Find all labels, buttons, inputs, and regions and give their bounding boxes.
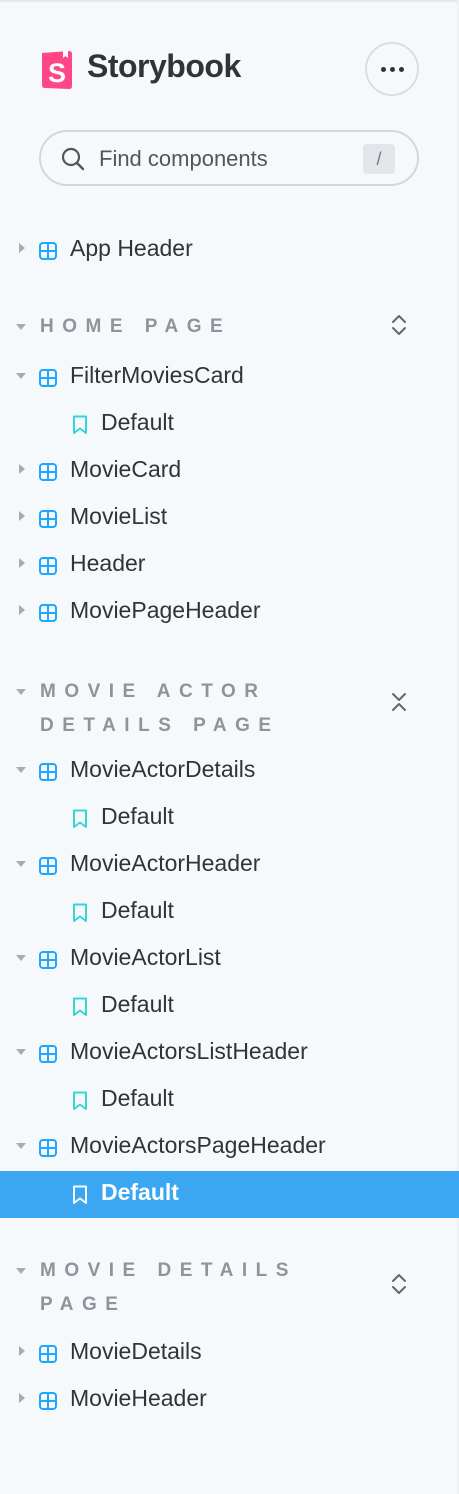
- component-icon: [39, 1392, 57, 1415]
- tree-item-label: MovieActorsListHeader: [70, 1038, 308, 1064]
- tree-item-label: Default: [101, 991, 174, 1017]
- tree-item-label: FilterMoviesCard: [70, 362, 244, 388]
- component-icon: [39, 557, 57, 580]
- search-shortcut-key: /: [363, 144, 395, 174]
- caret-down-icon[interactable]: [16, 689, 26, 695]
- component-icon: [39, 1139, 57, 1162]
- component-icon: [39, 857, 57, 880]
- component-icon: [39, 951, 57, 974]
- expand-all-icon[interactable]: [390, 313, 408, 337]
- brand-title[interactable]: Storybook: [87, 48, 241, 85]
- bookmark-icon: [72, 415, 88, 440]
- story-item[interactable]: Default: [0, 795, 459, 842]
- bookmark-icon: [72, 903, 88, 928]
- component-icon: [39, 1345, 57, 1368]
- tree-item-header[interactable]: Header: [0, 542, 459, 589]
- tree-item-label: Header: [70, 550, 146, 576]
- tree-item-label: Default: [101, 897, 174, 923]
- tree-item-label: Default: [101, 803, 174, 829]
- component-icon: [39, 369, 57, 392]
- top-border: [0, 0, 459, 2]
- component-icon: [39, 242, 57, 265]
- caret-down-icon[interactable]: [16, 767, 26, 773]
- search-icon: [61, 147, 85, 171]
- tree-item-label: Default: [101, 409, 174, 435]
- tree-item-label: MovieActorsPageHeader: [70, 1132, 326, 1158]
- more-options-button[interactable]: [365, 42, 419, 96]
- caret-down-icon[interactable]: [16, 324, 26, 330]
- caret-right-icon[interactable]: [19, 243, 25, 253]
- group-title: Home Page: [40, 316, 232, 337]
- tree-item-label: MovieActorDetails: [70, 756, 256, 782]
- caret-down-icon[interactable]: [16, 373, 26, 379]
- tree-item-movielist[interactable]: MovieList: [0, 495, 459, 542]
- tree-item-label: MovieHeader: [70, 1385, 207, 1411]
- tree-item-app-header[interactable]: App Header: [0, 227, 459, 274]
- component-icon: [39, 763, 57, 786]
- tree-item-label: MovieActorHeader: [70, 850, 261, 876]
- tree-item-label: MovieCard: [70, 456, 182, 482]
- svg-text:S: S: [48, 58, 66, 88]
- tree-item-label: App Header: [70, 235, 193, 261]
- tree-item-movieactordetails[interactable]: MovieActorDetails: [0, 748, 459, 795]
- component-icon: [39, 463, 57, 486]
- story-item[interactable]: Default: [0, 889, 459, 936]
- caret-down-icon[interactable]: [16, 1268, 26, 1274]
- tree-item-filtermoviescard[interactable]: FilterMoviesCard: [0, 354, 459, 401]
- expand-all-icon[interactable]: [390, 1272, 408, 1296]
- tree-item-label: Default: [101, 1179, 179, 1205]
- tree-item-movieactorslistheader[interactable]: MovieActorsListHeader: [0, 1030, 459, 1077]
- sidebar-header: S Storybook: [39, 40, 419, 100]
- bookmark-icon: [72, 1091, 88, 1116]
- caret-down-icon[interactable]: [16, 1049, 26, 1055]
- search-box[interactable]: /: [39, 130, 419, 186]
- caret-down-icon[interactable]: [16, 955, 26, 961]
- storybook-logo-icon[interactable]: S: [39, 49, 75, 91]
- tree-item-label: MoviePageHeader: [70, 597, 261, 623]
- tree-item-movieactorheader[interactable]: MovieActorHeader: [0, 842, 459, 889]
- story-item[interactable]: Default: [0, 1077, 459, 1124]
- tree-item-label: MovieActorList: [70, 944, 221, 970]
- tree-item-label: Default: [101, 1085, 174, 1111]
- tree-item-moviepageheader[interactable]: MoviePageHeader: [0, 589, 459, 636]
- search-input[interactable]: [97, 142, 351, 176]
- caret-right-icon[interactable]: [19, 511, 25, 521]
- tree-item-label: MovieDetails: [70, 1338, 202, 1364]
- component-icon: [39, 510, 57, 533]
- component-icon: [39, 1045, 57, 1068]
- tree-item-movieheader[interactable]: MovieHeader: [0, 1377, 459, 1424]
- story-item[interactable]: Default: [0, 983, 459, 1030]
- story-item-selected[interactable]: Default: [0, 1171, 459, 1218]
- collapse-all-icon[interactable]: [390, 690, 408, 714]
- caret-right-icon[interactable]: [19, 1346, 25, 1356]
- component-icon: [39, 604, 57, 627]
- caret-right-icon[interactable]: [19, 558, 25, 568]
- caret-right-icon[interactable]: [19, 605, 25, 615]
- bookmark-icon: [72, 997, 88, 1022]
- group-title: Movie Details Page: [40, 1260, 297, 1315]
- caret-down-icon[interactable]: [16, 1143, 26, 1149]
- story-item[interactable]: Default: [0, 401, 459, 448]
- group-title: Movie Actor Details Page: [40, 681, 280, 736]
- caret-right-icon[interactable]: [19, 464, 25, 474]
- tree-item-movieactorspageheader[interactable]: MovieActorsPageHeader: [0, 1124, 459, 1171]
- tree-item-moviedetails[interactable]: MovieDetails: [0, 1330, 459, 1377]
- bookmark-icon: [72, 1185, 88, 1210]
- tree-item-label: MovieList: [70, 503, 168, 529]
- caret-right-icon[interactable]: [19, 1393, 25, 1403]
- bookmark-icon: [72, 809, 88, 834]
- ellipsis-icon: [380, 66, 404, 72]
- tree-item-movieactorlist[interactable]: MovieActorList: [0, 936, 459, 983]
- caret-down-icon[interactable]: [16, 861, 26, 867]
- tree-item-moviecard[interactable]: MovieCard: [0, 448, 459, 495]
